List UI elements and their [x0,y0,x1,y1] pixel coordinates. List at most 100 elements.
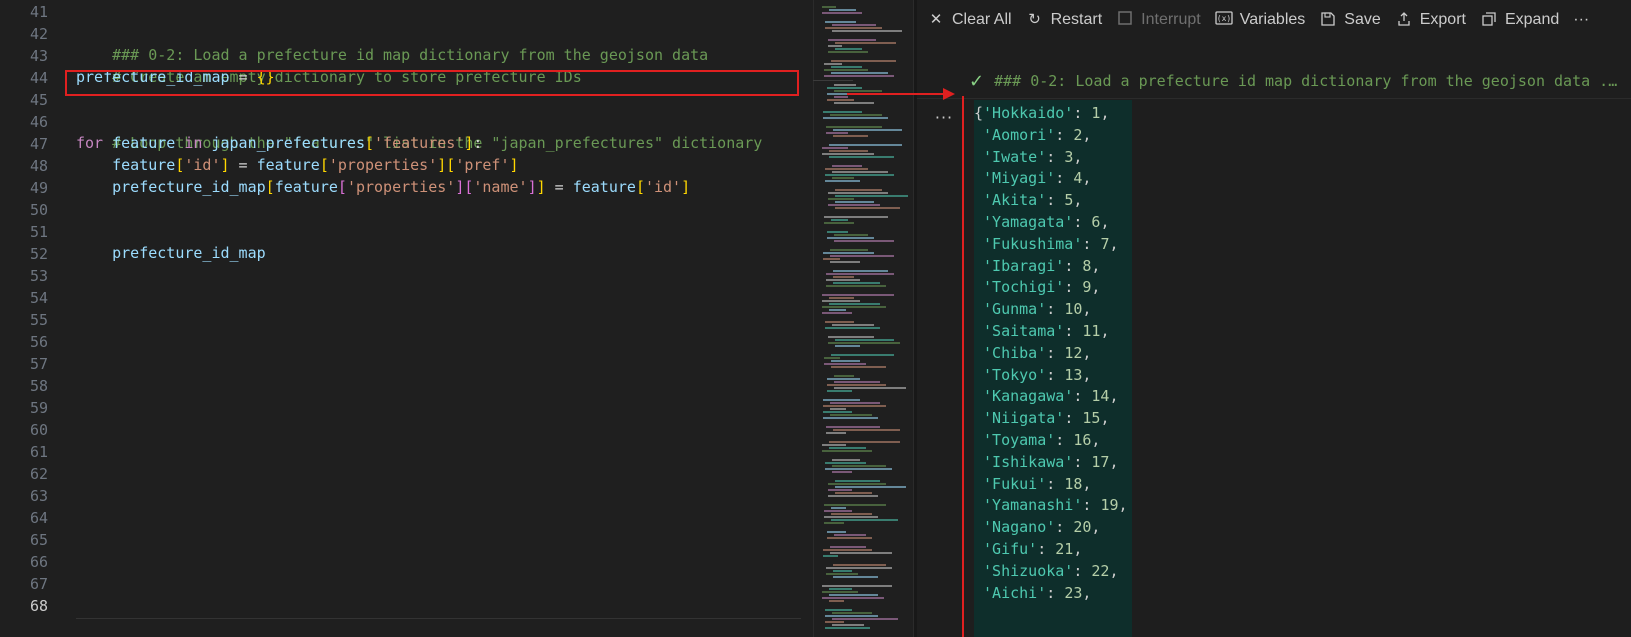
output-more-button[interactable]: ··· [929,108,959,127]
minimap-line [828,204,880,206]
line-number: 55 [29,311,48,329]
minimap-line [829,588,852,590]
minimap-line [828,51,868,53]
line-number: 43 [29,47,48,65]
variables-button[interactable]: (x) Variables [1215,6,1305,34]
minimap-line [822,153,874,155]
variable-token: feature [112,134,176,152]
code-editor[interactable]: 41 42 43 44 45 46 47 48 49 50 51 52 53 54 55 56 57 58 59 60… [0,0,813,637]
cell-output[interactable]: {'Hokkaido': 1, 'Aomori': 2, 'Iwate': 3,… [974,100,1132,637]
minimap-line [825,462,866,464]
minimap-line [822,147,848,149]
minimap-line [822,591,858,593]
minimap-line [833,564,886,566]
output-punctuation [974,496,983,514]
minimap-line [826,426,880,428]
minimap-line [832,624,864,626]
cell-header[interactable]: ✓ ### 0-2: Load a prefecture id map dict… [969,66,1629,96]
code-line-48[interactable]: feature['id'] = feature['properties']['p… [76,154,518,176]
line-number: 44 [29,69,48,87]
output-punctuation: , [1073,191,1083,210]
minimap-line [830,402,880,404]
output-punctuation: : [1055,518,1074,537]
interrupt-button[interactable]: Interrupt [1116,6,1201,34]
minimap-line [835,207,900,209]
minimap-line [828,342,900,344]
annotation-highlight-box [65,70,799,96]
bracket-token: [ [337,178,347,196]
code-line-47[interactable]: for feature in japan_prefectures['featur… [76,132,482,154]
output-punctuation: , [1109,387,1119,406]
code-line-51[interactable]: prefecture_id_map [76,220,266,262]
minimap-line [826,279,860,281]
clear-all-button[interactable]: ✕ Clear All [927,6,1012,34]
minimap-line [829,150,868,152]
line-number: 49 [29,179,48,197]
output-value: 17 [1091,452,1110,471]
more-actions-button[interactable]: ··· [1573,6,1589,34]
output-line: 'Gifu': 21, [974,538,1082,560]
output-punctuation: , [1073,147,1083,166]
minimap-line [827,531,846,533]
restart-button[interactable]: ↻ Restart [1026,6,1102,34]
interactive-toolbar: ✕ Clear All ↻ Restart Interrupt (x) Vari… [917,0,1631,40]
output-key: 'Chiba' [983,343,1047,362]
minimap-line [825,180,860,182]
minimap-line [825,621,844,623]
minimap-line [832,471,852,473]
output-punctuation: { [974,104,984,122]
output-punctuation [974,126,983,144]
output-punctuation: : [1046,343,1065,362]
minimap-line [835,339,894,341]
output-punctuation [974,584,983,602]
minimap-line [830,546,866,548]
output-punctuation: : [1073,213,1092,231]
minimap-line [835,492,872,494]
line-number: 63 [29,487,48,505]
minimap-line [833,270,888,272]
code-line-42[interactable]: ### 0-2: Load a prefecture id map dictio… [76,22,708,64]
output-line: 'Ibaragi': 8, [974,255,1100,277]
minimap-line [828,336,874,338]
minimap-line [830,249,868,251]
minimap-line [835,48,862,50]
minimap-line [827,237,874,239]
save-button[interactable]: Save [1319,6,1381,34]
minimap-line [825,174,894,176]
output-key: 'Yamagata' [983,213,1074,231]
code-line-49[interactable]: prefecture_id_map[feature['properties'][… [76,176,690,198]
output-punctuation: , [1082,300,1092,319]
export-button[interactable]: Export [1395,6,1466,34]
minimap-line [833,276,854,278]
line-number: 67 [29,575,48,593]
minimap-line [834,102,874,104]
code-line-43[interactable]: # Create an empty dictionary to store pr… [76,44,582,86]
minimap-line [822,444,846,446]
minimap-line [828,192,888,194]
minimap-line [834,534,866,536]
output-punctuation: : [1064,256,1083,275]
minimap[interactable] [813,0,914,637]
output-key: 'Aichi' [983,583,1047,602]
line-number: 48 [29,157,48,175]
code-line-46[interactable]: # Loop through the "features" list in th… [76,110,762,152]
minimap-line [823,117,888,119]
output-line: {'Hokkaido': 1, [974,102,1109,124]
expand-button[interactable]: Expand [1480,6,1559,34]
minimap-line [827,390,852,392]
minimap-line [827,384,886,386]
minimap-line [823,252,874,254]
output-line: 'Niigata': 15, [974,407,1109,429]
output-key: 'Hokkaido' [983,104,1074,122]
string-token: 'features' [374,134,465,152]
output-punctuation [974,235,983,253]
string-token: 'name' [473,178,528,196]
minimap-line [825,321,854,323]
minimap-line [822,597,884,599]
line-number: 51 [29,223,48,241]
output-punctuation: , [1091,278,1101,297]
minimap-line [826,285,886,287]
output-punctuation: : [1046,300,1065,319]
cell-divider [917,98,1631,99]
string-token: 'id' [644,178,682,196]
